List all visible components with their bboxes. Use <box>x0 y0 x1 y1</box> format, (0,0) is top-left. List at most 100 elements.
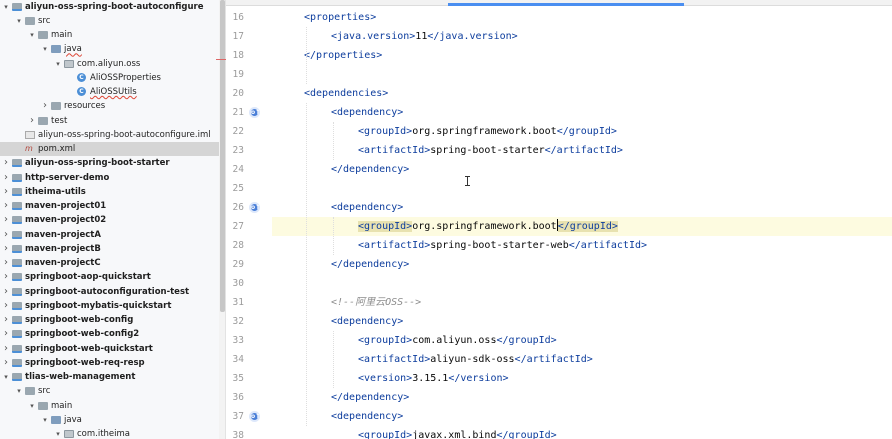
chevron-right-icon[interactable]: › <box>2 213 10 227</box>
tree-row-folder[interactable]: › resources <box>0 99 219 113</box>
code-line[interactable]: <dependency> <box>272 407 892 426</box>
chevron-down-icon[interactable]: ▾ <box>54 427 62 439</box>
tree-row-module[interactable]: › aliyun-oss-spring-boot-starter <box>0 156 219 170</box>
tree-row-source-folder[interactable]: ▾ java <box>0 42 219 56</box>
chevron-right-icon[interactable]: › <box>2 228 10 242</box>
override-gutter-icon[interactable]: o↑ <box>249 411 260 422</box>
tree-row-folder[interactable]: ▾ main <box>0 399 219 413</box>
chevron-right-icon[interactable]: › <box>2 356 10 370</box>
tree-row-module[interactable]: › http-server-demo <box>0 171 219 185</box>
tree-row-module[interactable]: › maven-projectC <box>0 256 219 270</box>
tree-row-label: aliyun-oss-spring-boot-autoconfigure.iml <box>38 129 211 140</box>
code-line[interactable]: <version>3.15.1</version> <box>272 369 892 388</box>
tree-row-iml[interactable]: aliyun-oss-spring-boot-autoconfigure.iml <box>0 128 219 142</box>
code-line[interactable]: <artifactId>aliyun-sdk-oss</artifactId> <box>272 350 892 369</box>
code-line[interactable] <box>272 179 892 198</box>
tree-row-label: itheima-utils <box>25 186 86 197</box>
tree-row-module[interactable]: › maven-project02 <box>0 213 219 227</box>
tree-row-module[interactable]: › maven-projectB <box>0 242 219 256</box>
project-tree[interactable]: ▾ aliyun-oss-spring-boot-autoconfigure ▾ sr… <box>0 0 219 439</box>
tree-row-module[interactable]: › springboot-mybatis-quickstart <box>0 299 219 313</box>
code-line[interactable]: <dependency> <box>272 103 892 122</box>
tree-row-label: AliOSSProperties <box>90 72 161 83</box>
tree-row-folder[interactable]: ▾ src <box>0 14 219 28</box>
code-line[interactable]: <groupId>org.springframework.boot</group… <box>272 122 892 141</box>
chevron-down-icon[interactable]: ▾ <box>41 413 49 427</box>
tree-row-module[interactable]: ▾ aliyun-oss-spring-boot-autoconfigure <box>0 0 219 14</box>
tree-row-package[interactable]: ▾ com.itheima <box>0 427 219 439</box>
code-line[interactable]: <dependency> <box>272 312 892 331</box>
code-line[interactable]: <!--阿里云OSS--> <box>272 293 892 312</box>
chevron-right-icon[interactable]: › <box>2 299 10 313</box>
chevron-down-icon[interactable]: ▾ <box>15 14 23 28</box>
override-gutter-icon[interactable]: o↑ <box>249 107 260 118</box>
module-folder-icon <box>12 244 22 253</box>
chevron-right-icon[interactable]: › <box>28 114 36 128</box>
code-line[interactable]: <java.version>11</java.version> <box>272 27 892 46</box>
chevron-down-icon[interactable]: ▾ <box>2 0 10 14</box>
override-gutter-icon[interactable]: o↑ <box>249 202 260 213</box>
tree-row-maven[interactable]: m pom.xml <box>0 142 219 156</box>
code-line[interactable]: <artifactId>spring-boot-starter</artifac… <box>272 141 892 160</box>
tree-row-module[interactable]: › maven-projectA <box>0 228 219 242</box>
tree-row-label: java <box>64 414 82 425</box>
chevron-down-icon[interactable]: ▾ <box>54 57 62 71</box>
tree-row-class[interactable]: C AliOSSProperties <box>0 71 219 85</box>
chevron-right-icon[interactable]: › <box>2 156 10 170</box>
tree-row-folder[interactable]: › test <box>0 114 219 128</box>
code-line[interactable]: </properties> <box>272 46 892 65</box>
tree-row-folder[interactable]: ▾ src <box>0 384 219 398</box>
chevron-down-icon[interactable]: ▾ <box>28 399 36 413</box>
code-line[interactable]: <properties> <box>272 8 892 27</box>
chevron-right-icon[interactable]: › <box>2 256 10 270</box>
code-line[interactable]: <dependency> <box>272 198 892 217</box>
code-line[interactable]: <artifactId>spring-boot-starter-web</art… <box>272 236 892 255</box>
code-line[interactable]: </dependency> <box>272 388 892 407</box>
line-number: 38 <box>232 430 244 439</box>
xml-text: aliyun-sdk-oss <box>430 354 515 365</box>
tree-row-class[interactable]: C AliOSSUtils <box>0 85 219 99</box>
code-line[interactable]: <groupId>com.aliyun.oss</groupId> <box>272 331 892 350</box>
tree-row-label: com.aliyun.oss <box>77 58 141 69</box>
code-editor[interactable]: <properties> <java.version>11</java.versi… <box>272 6 892 439</box>
chevron-down-icon[interactable]: ▾ <box>2 370 10 384</box>
tree-row-module[interactable]: ▾ tlias-web-management <box>0 370 219 384</box>
tree-row-module[interactable]: › itheima-utils <box>0 185 219 199</box>
chevron-right-icon[interactable]: › <box>2 242 10 256</box>
code-line[interactable]: </dependency> <box>272 160 892 179</box>
chevron-down-icon[interactable]: ▾ <box>15 384 23 398</box>
module-folder-icon <box>12 344 22 353</box>
tree-row-module[interactable]: › springboot-autoconfiguration-test <box>0 285 219 299</box>
xml-tag: </groupId> <box>496 430 557 439</box>
scrollbar-thumb[interactable] <box>220 0 225 312</box>
tree-row-folder[interactable]: ▾ main <box>0 28 219 42</box>
code-line[interactable] <box>272 65 892 84</box>
code-line[interactable]: </dependency> <box>272 255 892 274</box>
chevron-right-icon[interactable]: › <box>2 185 10 199</box>
tree-row-module[interactable]: › springboot-web-config <box>0 313 219 327</box>
folder-icon <box>38 401 48 410</box>
chevron-right-icon[interactable]: › <box>2 313 10 327</box>
tree-row-module[interactable]: › springboot-aop-quickstart <box>0 270 219 284</box>
chevron-right-icon[interactable]: › <box>2 285 10 299</box>
code-line[interactable]: <dependencies> <box>272 84 892 103</box>
code-line[interactable]: <groupId>org.springframework.boot</group… <box>272 217 892 236</box>
tree-row-package[interactable]: ▾ com.aliyun.oss <box>0 57 219 71</box>
chevron-right-icon[interactable]: › <box>2 342 10 356</box>
chevron-right-icon[interactable]: › <box>41 99 49 113</box>
tree-row-module[interactable]: › springboot-web-config2 <box>0 327 219 341</box>
code-line[interactable]: <groupId>javax.xml.bind</groupId> <box>272 426 892 439</box>
chevron-down-icon[interactable]: ▾ <box>28 28 36 42</box>
tree-row-source-folder[interactable]: ▾ java <box>0 413 219 427</box>
chevron-down-icon[interactable]: ▾ <box>41 42 49 56</box>
xml-tag: </dependency> <box>331 164 410 175</box>
project-tree-scrollbar[interactable] <box>219 0 226 439</box>
chevron-right-icon[interactable]: › <box>2 327 10 341</box>
chevron-right-icon[interactable]: › <box>2 171 10 185</box>
tree-row-module[interactable]: › springboot-web-quickstart <box>0 342 219 356</box>
tree-row-module[interactable]: › springboot-web-req-resp <box>0 356 219 370</box>
chevron-right-icon[interactable]: › <box>2 270 10 284</box>
tree-row-module[interactable]: › maven-project01 <box>0 199 219 213</box>
chevron-right-icon[interactable]: › <box>2 199 10 213</box>
code-line[interactable] <box>272 274 892 293</box>
